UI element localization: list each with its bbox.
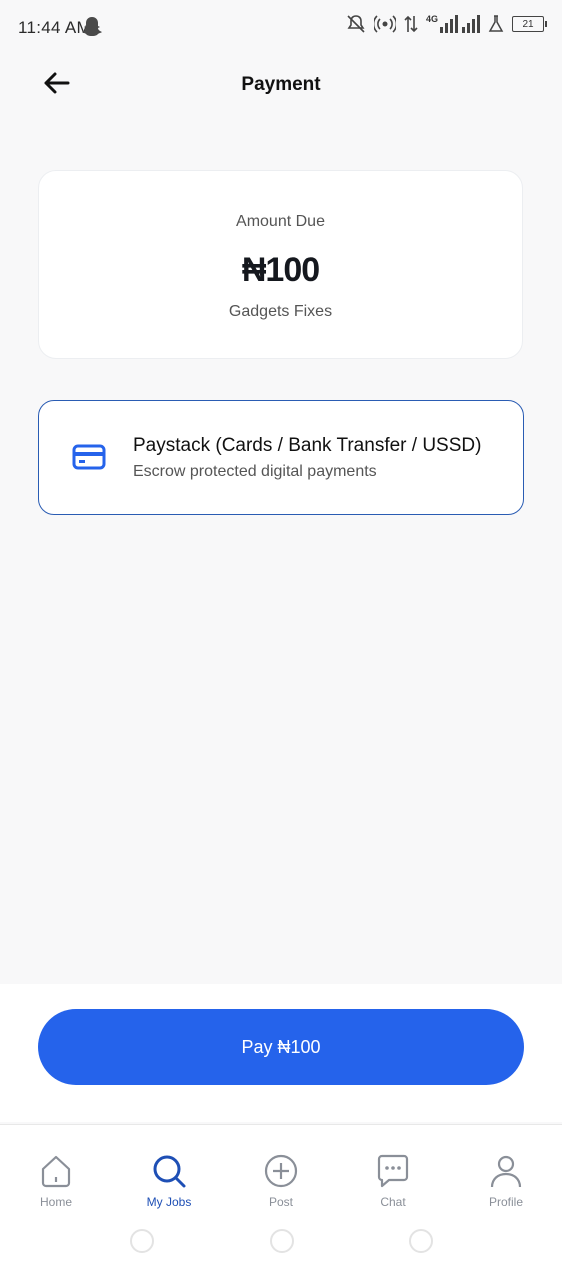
battery-level: 21 <box>522 18 534 30</box>
pay-button[interactable]: Pay ₦100 <box>38 1009 524 1085</box>
system-back-button[interactable] <box>130 1229 154 1253</box>
nav-item-post[interactable]: Post <box>236 1153 326 1209</box>
system-nav-bar <box>0 1229 562 1259</box>
nav-label-chat: Chat <box>380 1195 406 1209</box>
page-title: Payment <box>241 74 321 95</box>
amount-value: ₦100 <box>241 251 320 289</box>
chat-icon <box>377 1154 409 1188</box>
nav-item-my-jobs[interactable]: My Jobs <box>124 1153 214 1209</box>
plus-circle-icon <box>264 1154 298 1188</box>
payment-method-subtitle: Escrow protected digital payments <box>133 463 377 480</box>
snapchat-icon <box>82 17 102 36</box>
status-bar: 11:44 AM 4G 21 <box>0 0 562 56</box>
nav-item-home[interactable]: Home <box>11 1153 101 1209</box>
home-icon <box>41 1155 71 1188</box>
amount-label: Amount Due <box>236 213 325 230</box>
amount-description: Gadgets Fixes <box>228 303 333 320</box>
data-arrows-icon <box>404 15 418 33</box>
person-icon <box>490 1155 522 1188</box>
search-icon <box>153 1155 186 1188</box>
nav-item-chat[interactable]: Chat <box>348 1153 438 1209</box>
nav-label-profile: Profile <box>488 1195 523 1209</box>
bottom-nav: Home My Jobs Post Chat Profile <box>0 1124 562 1281</box>
pay-footer: Pay ₦100 <box>0 984 562 1122</box>
amount-card: Amount Due ₦100 Gadgets Fixes <box>38 170 523 359</box>
hotspot-icon <box>373 15 396 33</box>
status-icons: 4G 21 <box>346 14 547 34</box>
system-home-button[interactable] <box>270 1229 294 1253</box>
flask-icon <box>488 15 504 32</box>
bell-off-icon <box>347 15 365 33</box>
system-recents-button[interactable] <box>409 1229 433 1253</box>
nav-label-post: Post <box>268 1195 293 1209</box>
nav-label-my-jobs: My Jobs <box>146 1195 192 1209</box>
nav-item-profile[interactable]: Profile <box>461 1153 551 1209</box>
header: Payment <box>0 56 562 116</box>
nav-label-home: Home <box>39 1195 72 1209</box>
battery-icon: 21 <box>512 16 547 32</box>
payment-method-title: Paystack (Cards / Bank Transfer / USSD) <box>133 435 482 456</box>
payment-method-card[interactable]: Paystack (Cards / Bank Transfer / USSD) … <box>38 400 524 515</box>
network-type: 4G <box>425 14 438 24</box>
signal-icon <box>440 15 480 33</box>
credit-card-icon <box>72 444 106 470</box>
